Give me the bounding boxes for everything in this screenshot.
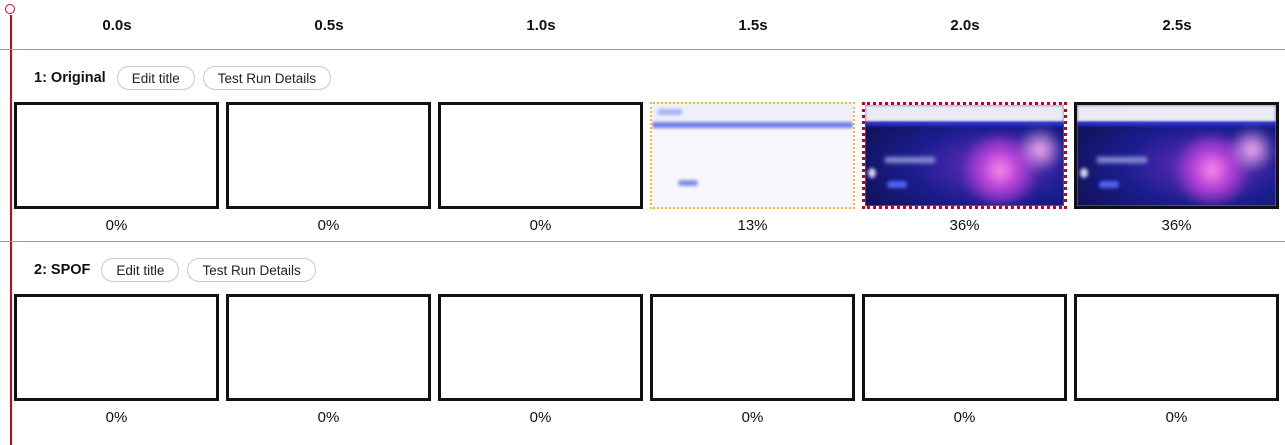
test-run-details-button[interactable]: Test Run Details xyxy=(202,66,332,90)
time-axis-header: 0.0s 0.5s 1.0s 1.5s 2.0s 2.5s xyxy=(0,0,1285,50)
filmstrip-frame-key-change[interactable] xyxy=(862,102,1067,209)
filmstrip-frame[interactable] xyxy=(226,102,431,209)
page-screenshot-thumbnail xyxy=(865,105,1064,206)
filmstrip-frame[interactable] xyxy=(862,294,1067,401)
run-header: 2: SPOF Edit title Test Run Details xyxy=(34,257,324,283)
filmstrip-frame[interactable] xyxy=(650,294,855,401)
run-title: 1: Original xyxy=(34,70,106,86)
time-label: 1.5s xyxy=(738,17,768,34)
frame-progress: 0% xyxy=(317,409,340,426)
edit-title-button[interactable]: Edit title xyxy=(101,258,180,282)
filmstrip-frame[interactable] xyxy=(226,294,431,401)
frame-progress: 0% xyxy=(105,409,128,426)
filmstrip-frame[interactable] xyxy=(14,102,219,209)
edit-title-button[interactable]: Edit title xyxy=(116,66,195,90)
run-title: 2: SPOF xyxy=(34,262,91,278)
page-screenshot-thumbnail xyxy=(652,104,853,207)
frame-progress: 0% xyxy=(529,409,552,426)
frame-progress: 13% xyxy=(737,217,768,234)
page-screenshot-thumbnail xyxy=(1077,105,1276,206)
frame-progress: 0% xyxy=(953,409,976,426)
time-label: 0.0s xyxy=(102,17,132,34)
frame-progress: 36% xyxy=(949,217,980,234)
test-run-original: 1: Original Edit title Test Run Details … xyxy=(0,50,1285,242)
filmstrip-frame[interactable] xyxy=(438,294,643,401)
test-run-details-button[interactable]: Test Run Details xyxy=(187,258,316,282)
filmstrip-frame[interactable] xyxy=(438,102,643,209)
time-label: 2.0s xyxy=(950,17,980,34)
time-label: 0.5s xyxy=(314,17,344,34)
frame-progress: 0% xyxy=(741,409,764,426)
run-header: 1: Original Edit title Test Run Details xyxy=(34,65,339,91)
filmstrip-frame-first-change[interactable] xyxy=(650,102,855,209)
filmstrip-frame[interactable] xyxy=(1074,102,1279,209)
frame-progress: 0% xyxy=(105,217,128,234)
time-label: 1.0s xyxy=(526,17,556,34)
frame-progress: 0% xyxy=(1165,409,1188,426)
test-run-spof: 2: SPOF Edit title Test Run Details 0% 0… xyxy=(0,242,1285,445)
frame-progress: 0% xyxy=(317,217,340,234)
filmstrip-frame[interactable] xyxy=(1074,294,1279,401)
time-label: 2.5s xyxy=(1162,17,1192,34)
frame-progress: 36% xyxy=(1161,217,1192,234)
filmstrip-frame[interactable] xyxy=(14,294,219,401)
frame-progress: 0% xyxy=(529,217,552,234)
